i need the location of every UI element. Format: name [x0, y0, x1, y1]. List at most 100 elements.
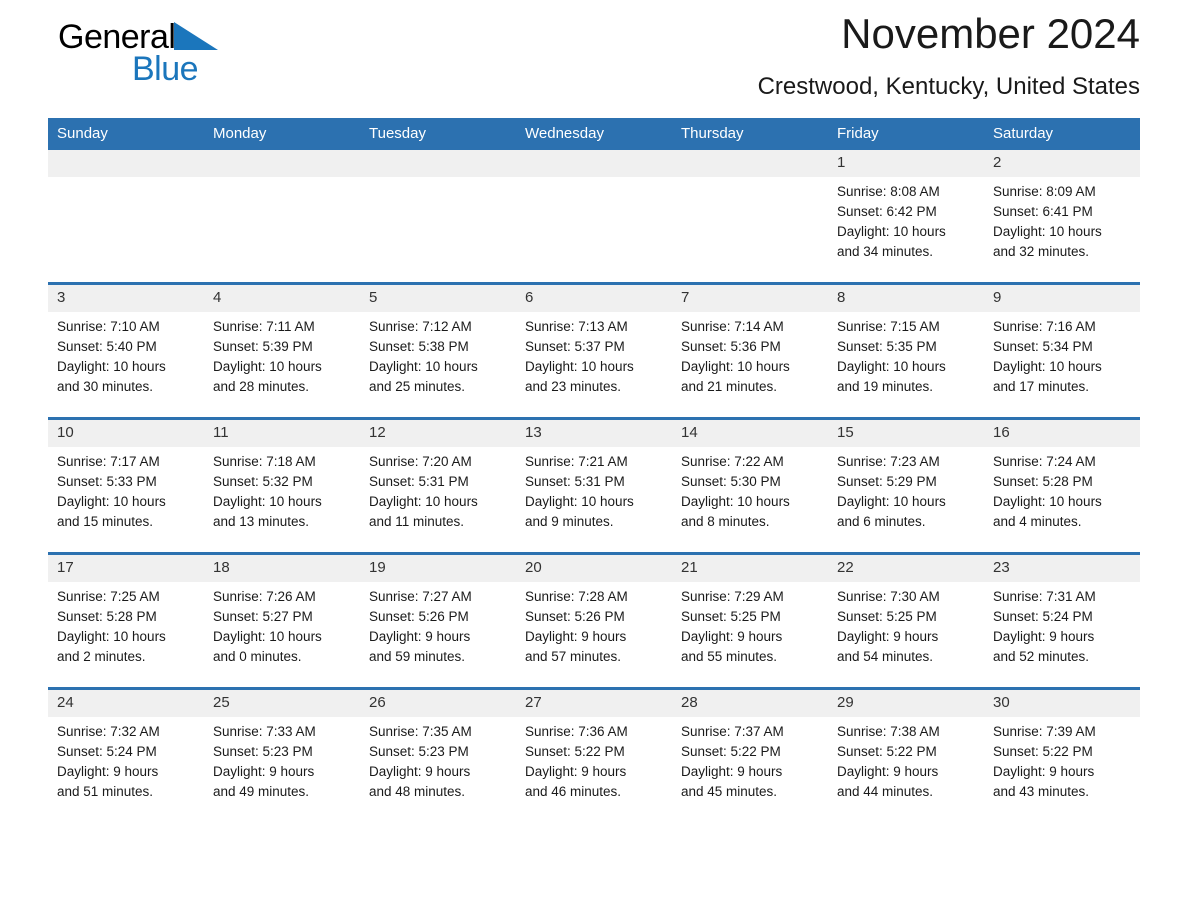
- weekday-header-friday: Friday: [828, 118, 984, 150]
- day-details: Sunrise: 7:23 AM Sunset: 5:29 PM Daylight:…: [828, 447, 984, 532]
- calendar-day-cell[interactable]: 6 Sunrise: 7:13 AM Sunset: 5:37 PM Daylight…: [516, 282, 672, 419]
- sunrise-text: Sunrise: 7:14 AM: [681, 319, 784, 334]
- calendar-empty-cell: [516, 150, 672, 284]
- calendar-day-cell[interactable]: 3 Sunrise: 7:10 AM Sunset: 5:40 PM Daylight…: [48, 282, 204, 419]
- calendar-day-cell[interactable]: 8 Sunrise: 7:15 AM Sunset: 5:35 PM Daylight…: [828, 282, 984, 419]
- calendar-day-cell[interactable]: 12 Sunrise: 7:20 AM Sunset: 5:31 PM Dayligh…: [360, 417, 516, 554]
- calendar-day-cell[interactable]: 21 Sunrise: 7:29 AM Sunset: 5:25 PM Dayligh…: [672, 552, 828, 689]
- calendar-day-cell[interactable]: 20 Sunrise: 7:28 AM Sunset: 5:26 PM Dayligh…: [516, 552, 672, 689]
- day-details: Sunrise: 7:16 AM Sunset: 5:34 PM Daylight:…: [984, 312, 1140, 397]
- sunset-text: Sunset: 5:37 PM: [525, 339, 625, 354]
- calendar-day-cell[interactable]: 1 Sunrise: 8:08 AM Sunset: 6:42 PM Daylight…: [828, 150, 984, 284]
- daylight-text-cont: and 19 minutes.: [837, 379, 934, 394]
- triangle-mark-icon: [174, 22, 219, 50]
- calendar-day-cell[interactable]: 19 Sunrise: 7:27 AM Sunset: 5:26 PM Dayligh…: [360, 552, 516, 689]
- calendar-day-cell[interactable]: 28 Sunrise: 7:37 AM Sunset: 5:22 PM Dayligh…: [672, 687, 828, 822]
- calendar-day-cell[interactable]: 26 Sunrise: 7:35 AM Sunset: 5:23 PM Dayligh…: [360, 687, 516, 822]
- calendar-day-cell[interactable]: 27 Sunrise: 7:36 AM Sunset: 5:22 PM Dayligh…: [516, 687, 672, 822]
- sunset-text: Sunset: 5:28 PM: [57, 609, 157, 624]
- calendar-day-cell[interactable]: 30 Sunrise: 7:39 AM Sunset: 5:22 PM Dayligh…: [984, 687, 1140, 822]
- calendar-empty-cell: [360, 150, 516, 284]
- calendar-day-cell[interactable]: 18 Sunrise: 7:26 AM Sunset: 5:27 PM Dayligh…: [204, 552, 360, 689]
- sunrise-text: Sunrise: 7:15 AM: [837, 319, 940, 334]
- calendar-day-cell[interactable]: 23 Sunrise: 7:31 AM Sunset: 5:24 PM Dayligh…: [984, 552, 1140, 689]
- day-number: 19: [360, 555, 516, 582]
- daylight-text-cont: and 45 minutes.: [681, 784, 778, 799]
- calendar-empty-cell: [48, 150, 204, 284]
- weekday-header-sunday: Sunday: [48, 118, 204, 150]
- day-details: Sunrise: 7:27 AM Sunset: 5:26 PM Daylight:…: [360, 582, 516, 667]
- calendar-day-cell[interactable]: 10 Sunrise: 7:17 AM Sunset: 5:33 PM Dayligh…: [48, 417, 204, 554]
- sunrise-text: Sunrise: 7:38 AM: [837, 724, 940, 739]
- weekday-header-saturday: Saturday: [984, 118, 1140, 150]
- sunset-text: Sunset: 5:24 PM: [57, 744, 157, 759]
- sunset-text: Sunset: 5:35 PM: [837, 339, 937, 354]
- calendar-day-cell[interactable]: 16 Sunrise: 7:24 AM Sunset: 5:28 PM Dayligh…: [984, 417, 1140, 554]
- sunset-text: Sunset: 5:36 PM: [681, 339, 781, 354]
- day-number: 29: [828, 690, 984, 717]
- calendar-day-cell[interactable]: 4 Sunrise: 7:11 AM Sunset: 5:39 PM Daylight…: [204, 282, 360, 419]
- sunrise-text: Sunrise: 7:23 AM: [837, 454, 940, 469]
- daylight-text: Daylight: 10 hours: [57, 494, 166, 509]
- daylight-text: Daylight: 9 hours: [681, 764, 783, 779]
- calendar-day-cell[interactable]: 7 Sunrise: 7:14 AM Sunset: 5:36 PM Daylight…: [672, 282, 828, 419]
- calendar-day-cell[interactable]: 17 Sunrise: 7:25 AM Sunset: 5:28 PM Dayligh…: [48, 552, 204, 689]
- calendar-day-cell[interactable]: 25 Sunrise: 7:33 AM Sunset: 5:23 PM Dayligh…: [204, 687, 360, 822]
- day-number: 24: [48, 690, 204, 717]
- day-number: 11: [204, 420, 360, 447]
- daylight-text-cont: and 51 minutes.: [57, 784, 154, 799]
- daylight-text: Daylight: 10 hours: [57, 359, 166, 374]
- calendar-day-cell[interactable]: 2 Sunrise: 8:09 AM Sunset: 6:41 PM Daylight…: [984, 150, 1140, 284]
- calendar-day-cell[interactable]: 29 Sunrise: 7:38 AM Sunset: 5:22 PM Dayligh…: [828, 687, 984, 822]
- daylight-text: Daylight: 9 hours: [681, 629, 783, 644]
- sunrise-text: Sunrise: 7:27 AM: [369, 589, 472, 604]
- sunset-text: Sunset: 5:38 PM: [369, 339, 469, 354]
- calendar-day-cell[interactable]: 13 Sunrise: 7:21 AM Sunset: 5:31 PM Dayligh…: [516, 417, 672, 554]
- day-number: 8: [828, 285, 984, 312]
- sunrise-text: Sunrise: 7:12 AM: [369, 319, 472, 334]
- sunrise-text: Sunrise: 7:32 AM: [57, 724, 160, 739]
- sunrise-text: Sunrise: 7:25 AM: [57, 589, 160, 604]
- daylight-text-cont: and 59 minutes.: [369, 649, 466, 664]
- daylight-text: Daylight: 9 hours: [525, 629, 627, 644]
- day-details: Sunrise: 7:32 AM Sunset: 5:24 PM Daylight:…: [48, 717, 204, 802]
- calendar-header-row-group: Sunday Monday Tuesday Wednesday Thursday…: [48, 118, 1140, 150]
- daylight-text: Daylight: 10 hours: [837, 359, 946, 374]
- calendar-day-cell[interactable]: 5 Sunrise: 7:12 AM Sunset: 5:38 PM Daylight…: [360, 282, 516, 419]
- day-number: [360, 150, 516, 177]
- sunrise-text: Sunrise: 7:18 AM: [213, 454, 316, 469]
- sunrise-text: Sunrise: 7:21 AM: [525, 454, 628, 469]
- sunrise-text: Sunrise: 7:29 AM: [681, 589, 784, 604]
- day-number: 23: [984, 555, 1140, 582]
- calendar-day-cell[interactable]: 9 Sunrise: 7:16 AM Sunset: 5:34 PM Daylight…: [984, 282, 1140, 419]
- brand-logo[interactable]: General Blue: [58, 16, 318, 100]
- calendar-day-cell[interactable]: 11 Sunrise: 7:18 AM Sunset: 5:32 PM Dayligh…: [204, 417, 360, 554]
- day-details: Sunrise: 7:29 AM Sunset: 5:25 PM Daylight:…: [672, 582, 828, 667]
- sunrise-text: Sunrise: 7:28 AM: [525, 589, 628, 604]
- sunset-text: Sunset: 5:30 PM: [681, 474, 781, 489]
- daylight-text: Daylight: 9 hours: [993, 764, 1095, 779]
- calendar-day-cell[interactable]: 14 Sunrise: 7:22 AM Sunset: 5:30 PM Dayligh…: [672, 417, 828, 554]
- sunrise-text: Sunrise: 7:17 AM: [57, 454, 160, 469]
- day-number: [48, 150, 204, 177]
- day-details: Sunrise: 7:30 AM Sunset: 5:25 PM Daylight:…: [828, 582, 984, 667]
- day-number: 28: [672, 690, 828, 717]
- sunrise-text: Sunrise: 7:36 AM: [525, 724, 628, 739]
- calendar-week-row: 17 Sunrise: 7:25 AM Sunset: 5:28 PM Dayligh…: [48, 552, 1140, 689]
- title-block: November 2024 Crestwood, Kentucky, Unite…: [758, 6, 1140, 104]
- day-details: Sunrise: 7:38 AM Sunset: 5:22 PM Daylight:…: [828, 717, 984, 802]
- weekday-header-tuesday: Tuesday: [360, 118, 516, 150]
- day-number: 4: [204, 285, 360, 312]
- daylight-text: Daylight: 10 hours: [681, 359, 790, 374]
- calendar-day-cell[interactable]: 15 Sunrise: 7:23 AM Sunset: 5:29 PM Dayligh…: [828, 417, 984, 554]
- daylight-text: Daylight: 10 hours: [525, 359, 634, 374]
- day-number: [516, 150, 672, 177]
- sunset-text: Sunset: 6:41 PM: [993, 204, 1093, 219]
- calendar-body: 1 Sunrise: 8:08 AM Sunset: 6:42 PM Daylight…: [48, 150, 1140, 822]
- day-details: Sunrise: 7:11 AM Sunset: 5:39 PM Daylight:…: [204, 312, 360, 397]
- calendar-day-cell[interactable]: 22 Sunrise: 7:30 AM Sunset: 5:25 PM Dayligh…: [828, 552, 984, 689]
- calendar-table: Sunday Monday Tuesday Wednesday Thursday…: [48, 118, 1140, 822]
- day-number: 16: [984, 420, 1140, 447]
- day-details: Sunrise: 7:18 AM Sunset: 5:32 PM Daylight:…: [204, 447, 360, 532]
- calendar-day-cell[interactable]: 24 Sunrise: 7:32 AM Sunset: 5:24 PM Dayligh…: [48, 687, 204, 822]
